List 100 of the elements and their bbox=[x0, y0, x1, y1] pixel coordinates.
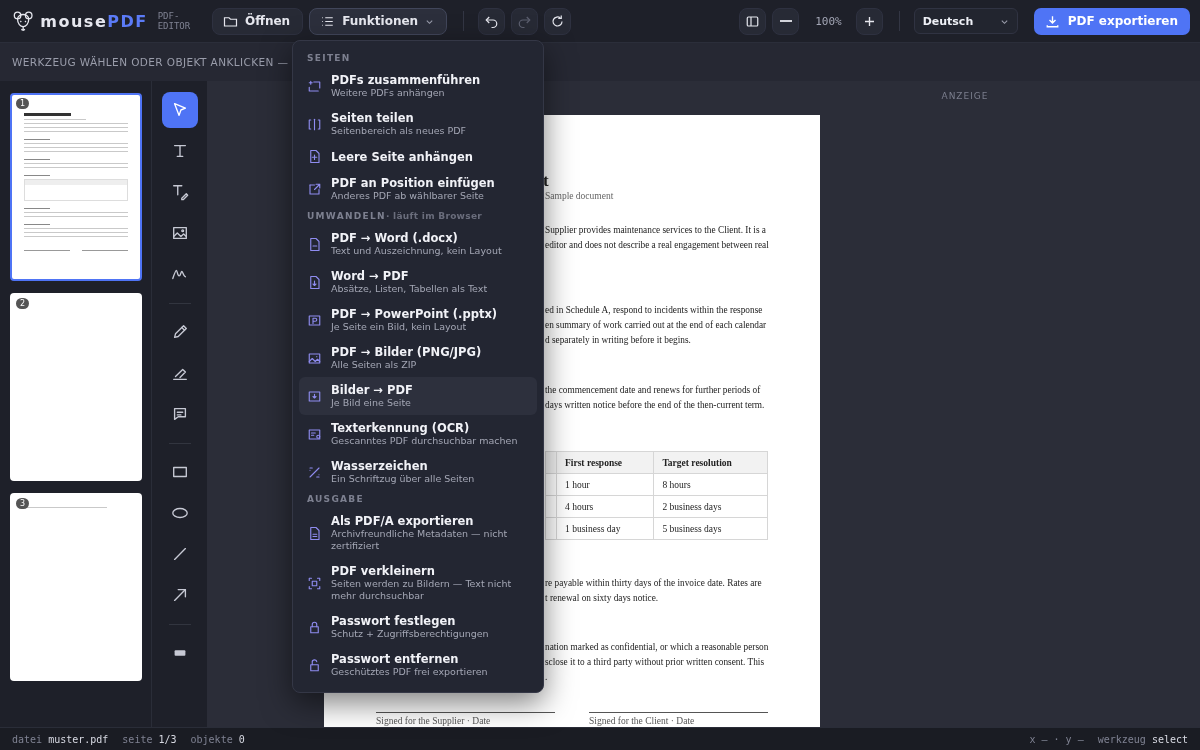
menu-item-icon bbox=[307, 575, 322, 591]
export-pdf-button[interactable]: PDF exportieren bbox=[1033, 7, 1190, 35]
menu-item-description: Text und Auszeichnung, kein Layout bbox=[331, 245, 502, 257]
sidebar-toggle-button[interactable] bbox=[739, 7, 767, 35]
menu-item[interactable]: Leere Seite anhängen bbox=[299, 143, 537, 170]
menu-item[interactable]: Passwort festlegen Schutz + Zugriffsberechtigungen bbox=[299, 608, 537, 646]
menu-item-label: Als PDF/A exportieren bbox=[331, 514, 475, 528]
table-cell: 4 hours bbox=[556, 495, 654, 518]
document-paragraph: ed in Schedule A, respond to incidents within the response en summary of work carried out at the end of each calendar d separately in writing before it begins. bbox=[545, 304, 767, 347]
menu-item-icon bbox=[307, 619, 322, 635]
menu-item-icon bbox=[307, 149, 322, 164]
menu-item-icon bbox=[307, 312, 322, 328]
menu-item[interactable]: PDF → Bilder (PNG/JPG) Alle Seiten als ZIP bbox=[299, 339, 537, 377]
menu-item[interactable]: Texterkennung (OCR) Gescanntes PDF durchsuchbar machen bbox=[299, 415, 537, 453]
page-thumbnail[interactable]: 1 bbox=[10, 93, 142, 281]
minus-icon bbox=[779, 20, 792, 22]
page-thumbnail[interactable]: 2 bbox=[10, 293, 142, 481]
undo-button[interactable] bbox=[478, 7, 506, 35]
menu-item-label: Word → PDF bbox=[331, 269, 410, 283]
menu-item-icon bbox=[307, 181, 322, 197]
mouse-logo-icon bbox=[12, 9, 35, 33]
menu-item-description: Archivfreundliche Metadaten — nicht zertifiziert bbox=[331, 528, 509, 552]
table-cell: 2 business days bbox=[653, 495, 768, 518]
cursor-coordinates: x – · y – bbox=[1029, 733, 1084, 745]
page-number-badge: 2 bbox=[16, 298, 30, 309]
menu-item[interactable]: PDF verkleinern Seiten werden zu Bildern — Text nicht mehr durchsuchbar bbox=[299, 558, 537, 608]
open-button[interactable]: Öffnen bbox=[212, 7, 304, 35]
menu-item[interactable]: Wasserzeichen Ein Schriftzug über alle Seiten bbox=[299, 453, 537, 491]
menu-section-heading: AUSGABE bbox=[306, 493, 365, 506]
tool-icon bbox=[170, 224, 189, 242]
menu-item-description: Seiten werden zu Bildern — Text nicht mehr durchsuchbar bbox=[331, 578, 513, 602]
menu-item-icon bbox=[307, 350, 322, 366]
menu-item-icon bbox=[307, 657, 322, 673]
menu-item-label: PDF → PowerPoint (.pptx) bbox=[331, 307, 498, 321]
menu-item[interactable]: PDF → PowerPoint (.pptx) Je Seite ein Bild, kein Layout bbox=[299, 301, 537, 339]
menu-item-description: Je Bild eine Seite bbox=[331, 397, 412, 409]
hint-text: WERKZEUG WÄHLEN ODER OBJEKT ANKLICKEN — bbox=[12, 56, 289, 68]
menu-item-icon bbox=[307, 116, 322, 132]
functions-menu-button[interactable]: Funktionen bbox=[309, 7, 448, 35]
menu-item-description: Weitere PDFs anhängen bbox=[331, 87, 446, 99]
document-subtitle: Sample document bbox=[545, 191, 615, 201]
menu-item-icon bbox=[307, 426, 322, 442]
page-number-badge: 1 bbox=[16, 98, 30, 109]
menu-item[interactable]: Als PDF/A exportieren Archivfreundliche Metadaten — nicht zertifiziert bbox=[299, 508, 537, 558]
menu-item[interactable]: Word → PDF Absätze, Listen, Tabellen als Text bbox=[299, 263, 537, 301]
menu-item[interactable]: PDF an Position einfügen Anderes PDF ab wählbarer Seite bbox=[299, 170, 537, 208]
select-tool-button[interactable] bbox=[161, 92, 198, 128]
download-icon bbox=[1044, 13, 1060, 29]
menu-item-label: Texterkennung (OCR) bbox=[331, 421, 471, 435]
document-paragraph: Supplier provides maintenance services to the Client. It is a editor and does not describe a real engagement between real bbox=[545, 224, 769, 252]
menu-item[interactable]: Passwort entfernen Geschütztes PDF frei exportieren bbox=[299, 646, 537, 684]
menu-item[interactable]: Seiten teilen Seitenbereich als neues PDF bbox=[299, 105, 537, 143]
table-cell: 5 business days bbox=[653, 517, 768, 540]
menu-item-label: Bilder → PDF bbox=[331, 383, 413, 397]
zoom-in-button[interactable] bbox=[855, 7, 883, 35]
menu-item[interactable]: PDFs zusammenführen Weitere PDFs anhängen bbox=[299, 67, 537, 105]
menu-item-icon bbox=[307, 236, 322, 252]
refresh-button[interactable] bbox=[544, 7, 572, 35]
document-paragraph: the commencement date and renews for further periods of days written notice before the end of the then-current term. bbox=[545, 384, 765, 412]
tool-icon bbox=[170, 183, 189, 201]
menu-item-icon bbox=[307, 274, 322, 290]
menu-item-label: PDF an Position einfügen bbox=[331, 176, 495, 190]
menu-item-icon bbox=[307, 388, 322, 404]
menu-section-heading: SEITEN bbox=[306, 52, 352, 65]
signature-line: Signed for the Supplier · Date bbox=[376, 712, 555, 726]
menu-item-label: PDF → Bilder (PNG/JPG) bbox=[331, 345, 482, 359]
menu-item-description: Je Seite ein Bild, kein Layout bbox=[331, 321, 468, 333]
menu-item-icon bbox=[307, 78, 322, 94]
zoom-out-button[interactable] bbox=[772, 7, 800, 35]
menu-item-description: Ein Schriftzug über alle Seiten bbox=[331, 473, 475, 485]
language-select[interactable]: Deutsch bbox=[913, 8, 1018, 34]
table-cell: 1 hour bbox=[556, 473, 654, 496]
signature-line: Signed for the Client · Date bbox=[589, 712, 768, 726]
file-status: datei muster.pdf bbox=[12, 733, 109, 745]
page-thumbnail[interactable]: 3 bbox=[10, 493, 142, 681]
menu-item-label: Passwort festlegen bbox=[331, 614, 457, 628]
document-title: t bbox=[543, 171, 550, 191]
objects-status: objekte 0 bbox=[190, 733, 245, 745]
logo-text: mousePDF bbox=[40, 11, 148, 31]
sidebar-icon bbox=[745, 13, 761, 29]
zoom-level: 100% bbox=[815, 14, 842, 28]
tool-status: werkzeug select bbox=[1097, 733, 1188, 745]
menu-item[interactable]: Bilder → PDF Je Bild eine Seite bbox=[299, 377, 537, 415]
menu-item-label: PDF → Word (.docx) bbox=[331, 231, 459, 245]
menu-item-label: Wasserzeichen bbox=[331, 459, 429, 473]
table-cell: 8 hours bbox=[653, 473, 768, 496]
menu-item-label: Leere Seite anhängen bbox=[331, 149, 474, 164]
menu-item-label: PDFs zusammenführen bbox=[331, 73, 481, 87]
document-paragraph: nation marked as confidential, or which a reasonable person sclose it to a third party without prior written consent. This . bbox=[545, 641, 769, 684]
menu-item-icon bbox=[307, 464, 322, 480]
menu-section-heading: UMWANDELN· läuft im Browser bbox=[306, 210, 484, 223]
menu-item[interactable]: PDF → Word (.docx) Text und Auszeichnung, kein Layout bbox=[299, 225, 537, 263]
menu-item-description: Gescanntes PDF durchsuchbar machen bbox=[331, 435, 518, 447]
app-tagline: PDF-EDITOR bbox=[157, 11, 192, 31]
menu-item-description: Alle Seiten als ZIP bbox=[331, 359, 418, 371]
document-paragraph: re payable within thirty days of the invoice date. Rates are t renewal on sixty days notice. bbox=[545, 577, 762, 605]
page-status: seite 1/3 bbox=[122, 733, 177, 745]
menu-item-description: Geschütztes PDF frei exportieren bbox=[331, 666, 488, 678]
menu-item-description: Schutz + Zugriffsberechtigungen bbox=[331, 628, 489, 640]
table-cell: 1 business day bbox=[556, 517, 654, 540]
